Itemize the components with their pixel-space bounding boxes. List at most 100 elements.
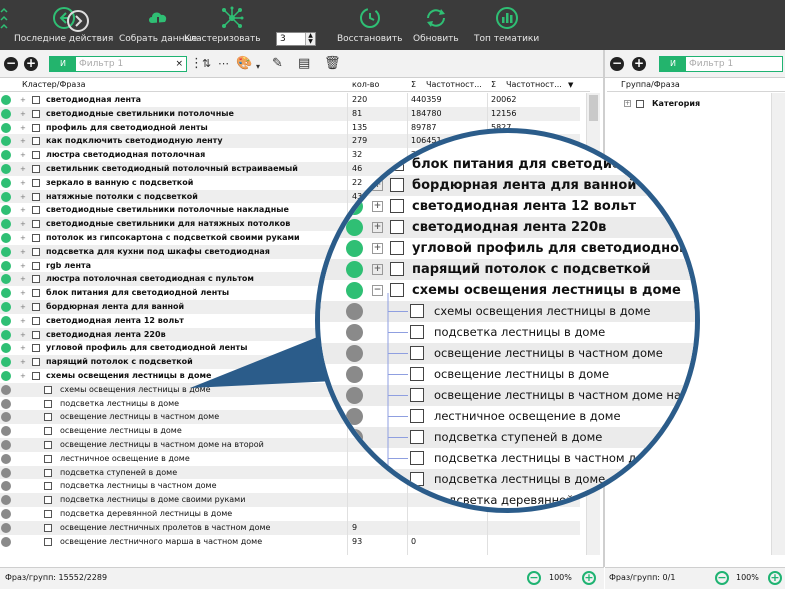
group-stats-icon[interactable] [1,467,11,478]
row-checkbox[interactable] [44,482,52,491]
row-checkbox[interactable] [44,427,52,436]
expand-all-icon[interactable]: + [24,57,38,71]
zoom-out-icon[interactable]: − [527,571,541,585]
expand-node-icon[interactable]: + [20,276,26,283]
category-node[interactable]: + Категория [610,97,730,111]
group-stats-icon[interactable] [1,260,11,271]
scrollbar-thumb[interactable] [589,95,598,121]
group-stats-icon[interactable] [1,191,11,202]
row-checkbox[interactable] [44,510,52,518]
group-stats-icon[interactable] [1,371,11,381]
expand-node-icon[interactable]: + [20,262,26,270]
row-checkbox[interactable] [32,247,40,256]
group-stats-icon[interactable] [1,136,11,147]
group-stats-icon[interactable] [1,329,11,340]
row-checkbox[interactable] [32,330,40,339]
group-stats-icon[interactable] [1,164,11,174]
filter-options-icon[interactable]: ⋯ [218,56,229,71]
group-stats-icon[interactable] [1,357,11,368]
group-stats-icon[interactable] [1,495,11,506]
row-checkbox[interactable] [32,192,40,201]
expand-node-icon[interactable]: + [20,124,26,132]
row-checkbox[interactable] [32,316,40,325]
expand-node-icon[interactable]: + [20,290,26,297]
group-stats-icon[interactable] [1,246,11,257]
clusterize-button[interactable]: Кластеризовать [184,6,261,44]
column-phrase[interactable]: Кластер/Фраза [22,78,85,92]
expand-node-icon[interactable]: + [20,235,26,242]
row-checkbox[interactable] [32,96,40,104]
expand-node-icon[interactable]: + [20,248,26,256]
group-stats-icon[interactable] [1,288,11,299]
row-checkbox[interactable] [32,358,40,367]
column-count[interactable]: кол-во [352,78,379,92]
clear-filter-icon[interactable]: × [175,57,183,71]
expand-node-icon[interactable]: + [20,207,26,214]
row-checkbox[interactable] [32,372,40,380]
notes-settings-icon[interactable]: ▤ [298,56,310,71]
group-stats-icon[interactable] [1,302,11,312]
expand-node-icon[interactable]: + [20,221,26,228]
expand-node-icon[interactable]: + [20,193,26,201]
forward-arrow-icon[interactable] [66,9,90,33]
expand-node-icon[interactable]: + [20,166,26,173]
top-topics-button[interactable]: Топ тематики [474,6,539,44]
expand-node-icon[interactable]: + [20,331,26,339]
right-collapse-icon[interactable]: − [610,57,624,71]
expand-node-icon[interactable]: + [20,304,26,311]
refresh-button[interactable]: Обновить [413,6,459,44]
cluster-row[interactable]: + светодиодные светильники потолочные 81 18… [0,106,580,121]
stepper-arrows-icon[interactable]: ▲ ▼ [305,33,315,45]
group-stats-icon[interactable] [1,219,11,230]
group-stats-icon[interactable] [1,453,11,464]
row-checkbox[interactable] [44,441,52,449]
column-group[interactable]: Группа/Фраза [621,78,680,92]
row-checkbox[interactable] [44,385,52,394]
row-checkbox[interactable] [44,399,52,408]
filter-logic-button[interactable]: И [50,57,76,71]
collapse-all-icon[interactable]: − [4,57,18,71]
expand-node-icon[interactable]: + [20,97,26,104]
filter-input[interactable]: Фильтр 1 [79,57,123,71]
group-stats-icon[interactable] [1,315,11,326]
row-checkbox[interactable] [32,151,40,160]
expand-node-icon[interactable]: + [20,152,26,159]
category-checkbox[interactable] [636,100,644,108]
expand-node-icon[interactable]: + [20,138,26,145]
row-checkbox[interactable] [32,289,40,298]
row-checkbox[interactable] [32,303,40,311]
group-stats-icon[interactable] [1,481,11,492]
phrase-row[interactable]: освещение лестничных пролетов в частном … [0,520,580,535]
group-stats-icon[interactable] [1,233,11,243]
row-checkbox[interactable] [32,261,40,270]
row-checkbox[interactable] [32,137,40,146]
group-stats-icon[interactable] [1,384,11,395]
group-stats-icon[interactable] [1,522,11,533]
expand-node-icon[interactable]: + [20,110,26,118]
expand-node-icon[interactable]: + [20,317,26,325]
restore-button[interactable]: Восстановить [337,6,402,44]
row-checkbox[interactable] [32,165,40,173]
group-stats-icon[interactable] [1,343,11,354]
expand-node-icon[interactable]: + [20,179,26,187]
group-stats-icon[interactable] [1,412,11,423]
row-checkbox[interactable] [44,537,52,546]
phrase-row[interactable]: освещение лестничного марша в частном до… [0,535,580,549]
row-checkbox[interactable] [32,109,40,118]
group-stats-icon[interactable] [1,150,11,161]
expand-node-icon[interactable]: + [20,359,26,366]
column-frequency-1[interactable]: Частотност... [426,78,482,92]
row-checkbox[interactable] [32,344,40,353]
group-stats-icon[interactable] [1,108,11,119]
row-checkbox[interactable] [44,496,52,505]
row-checkbox[interactable] [32,275,40,284]
cluster-threshold-stepper[interactable]: 3 ▲ ▼ [276,32,316,46]
group-stats-icon[interactable] [1,205,11,216]
row-checkbox[interactable] [44,468,52,477]
row-checkbox[interactable] [44,454,52,463]
row-checkbox[interactable] [32,220,40,229]
zoom-out-icon[interactable]: − [715,571,729,585]
recent-actions-button[interactable]: Последние действия [14,6,113,44]
group-stats-icon[interactable] [1,509,11,519]
trash-icon[interactable]: 🗑 [324,56,341,71]
